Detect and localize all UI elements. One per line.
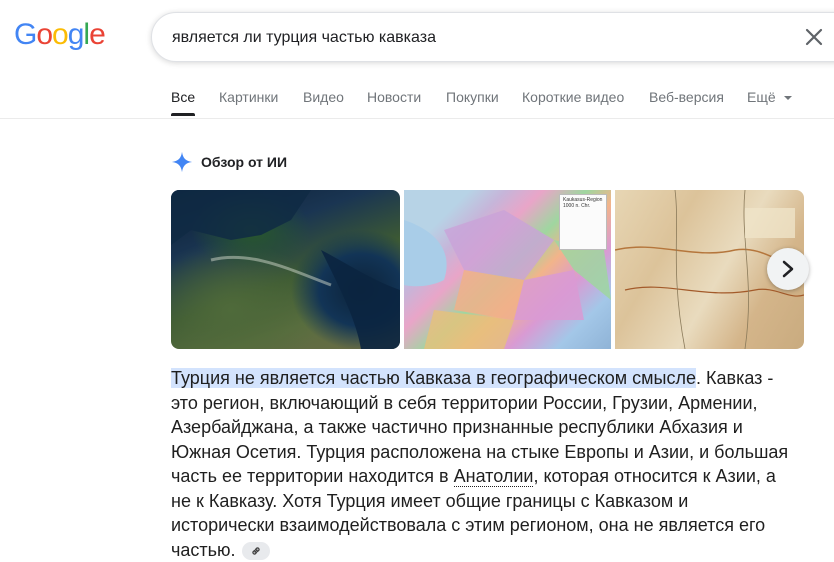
- caucasus-satellite-image[interactable]: [171, 190, 400, 349]
- map-legend: Kaukasus-Region 1000 n. Chr.: [559, 194, 607, 250]
- tab-shopping[interactable]: Покупки: [446, 89, 499, 105]
- source-link-button[interactable]: [241, 541, 270, 560]
- caret-down-icon: [783, 96, 792, 101]
- logo-letter: G: [14, 18, 37, 51]
- search-input[interactable]: [170, 13, 774, 63]
- logo-letter: o: [36, 18, 53, 51]
- tab-web[interactable]: Веб-версия: [649, 89, 724, 105]
- tab-images[interactable]: Картинки: [219, 89, 278, 105]
- tab-short-videos[interactable]: Короткие видео: [522, 89, 624, 105]
- answer-highlight: Турция не является частью Кавказа в геог…: [171, 368, 697, 388]
- carousel-next-button[interactable]: [767, 248, 809, 290]
- logo-letter: e: [89, 18, 106, 51]
- caucasus-region-map[interactable]: Kaukasus-Region 1000 n. Chr.: [404, 190, 611, 349]
- search-box: [151, 12, 834, 63]
- tab-more[interactable]: Ещё: [747, 89, 792, 105]
- map-legend-title: Kaukasus-Region 1000 n. Chr.: [563, 197, 603, 209]
- chevron-right-icon: [782, 260, 794, 278]
- tab-videos[interactable]: Видео: [303, 89, 344, 105]
- search-tabs: Все Картинки Видео Новости Покупки Корот…: [0, 84, 834, 119]
- anatolia-link[interactable]: Анатолии: [453, 466, 534, 487]
- ai-overview-title: Обзор от ИИ: [201, 154, 288, 170]
- logo-letter: o: [52, 18, 69, 51]
- close-icon[interactable]: [803, 26, 825, 48]
- logo-letter: g: [67, 18, 85, 51]
- sparkle-icon: [171, 151, 193, 173]
- ai-overview-header: Обзор от ИИ: [171, 150, 287, 174]
- google-logo[interactable]: Google: [14, 18, 106, 52]
- tab-more-label: Ещё: [747, 89, 776, 105]
- ai-overview-answer: Турция не является частью Кавказа в геог…: [171, 366, 791, 562]
- tab-news[interactable]: Новости: [367, 89, 421, 105]
- tab-all[interactable]: Все: [171, 89, 196, 116]
- link-icon: [251, 547, 260, 555]
